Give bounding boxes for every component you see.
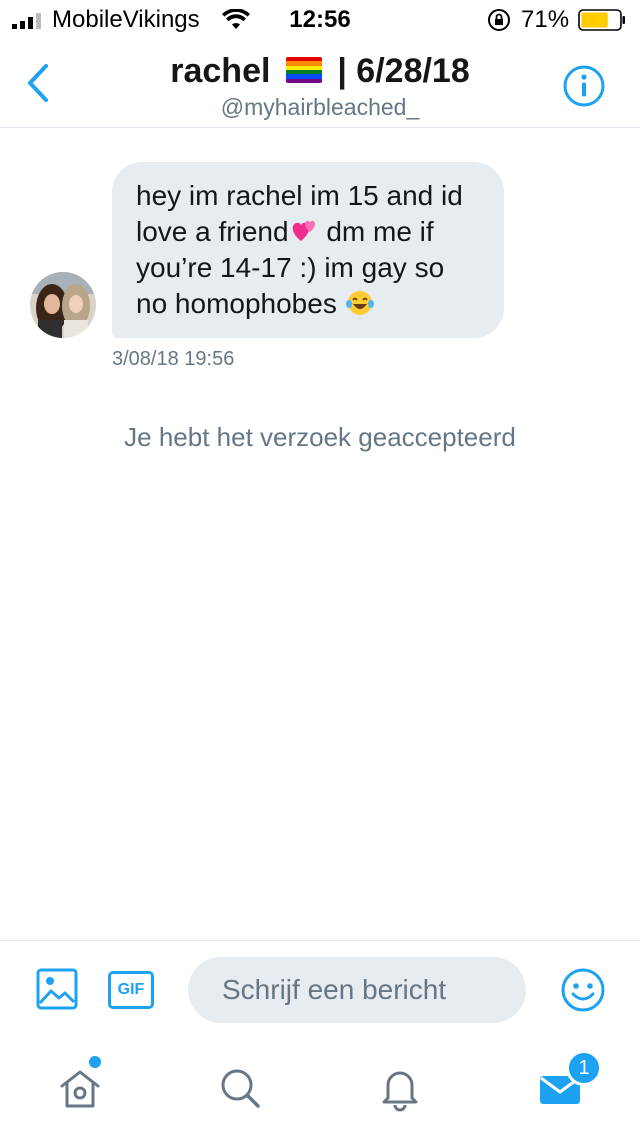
rainbow-flag-emoji xyxy=(285,57,322,83)
info-icon[interactable] xyxy=(562,64,606,108)
contact-name: rachel xyxy=(170,52,271,90)
avatar-photo xyxy=(30,272,96,338)
revolving-hearts-emoji xyxy=(292,220,315,241)
battery-percent: 71% xyxy=(521,6,570,33)
smiley-icon[interactable] xyxy=(560,967,606,1013)
bell-icon[interactable] xyxy=(376,1064,424,1112)
message-line: no homophobes xyxy=(136,286,480,322)
message-line: hey im rachel im 15 and id xyxy=(136,180,463,211)
search-icon[interactable] xyxy=(216,1064,264,1112)
contact-name-suffix: | 6/28/18 xyxy=(337,52,470,90)
image-icon[interactable] xyxy=(36,967,78,1011)
message-timestamp: 3/08/18 19:56 xyxy=(112,348,235,370)
tears-of-joy-emoji xyxy=(345,291,374,315)
gif-button[interactable]: GIF xyxy=(108,971,154,1009)
message-composer: GIF xyxy=(0,940,640,1036)
home-unread-dot xyxy=(89,1056,101,1068)
request-accepted-notice: Je hebt het verzoek geaccepteerd xyxy=(124,422,516,452)
message-bubble[interactable]: hey im rachel im 15 and id love a friend… xyxy=(112,162,504,338)
message-input[interactable] xyxy=(188,957,526,1023)
rotation-lock-icon xyxy=(488,9,510,31)
status-bar: MobileVikings 12:56 71% xyxy=(0,0,640,40)
battery-icon xyxy=(578,9,625,31)
contact-handle: @myhairbleached_ xyxy=(220,94,420,120)
message-line: love a friend dm me if xyxy=(136,216,434,247)
messages-badge: 1 xyxy=(566,1050,602,1086)
conversation-title: rachel | 6/28/18 xyxy=(0,52,640,91)
avatar[interactable] xyxy=(30,272,96,338)
home-icon[interactable] xyxy=(56,1064,104,1112)
tab-bar: 1 xyxy=(0,1036,640,1136)
message-line: you’re 14-17 :) im gay so xyxy=(136,252,445,283)
conversation-header: rachel | 6/28/18 @myhairbleached_ xyxy=(0,40,640,128)
